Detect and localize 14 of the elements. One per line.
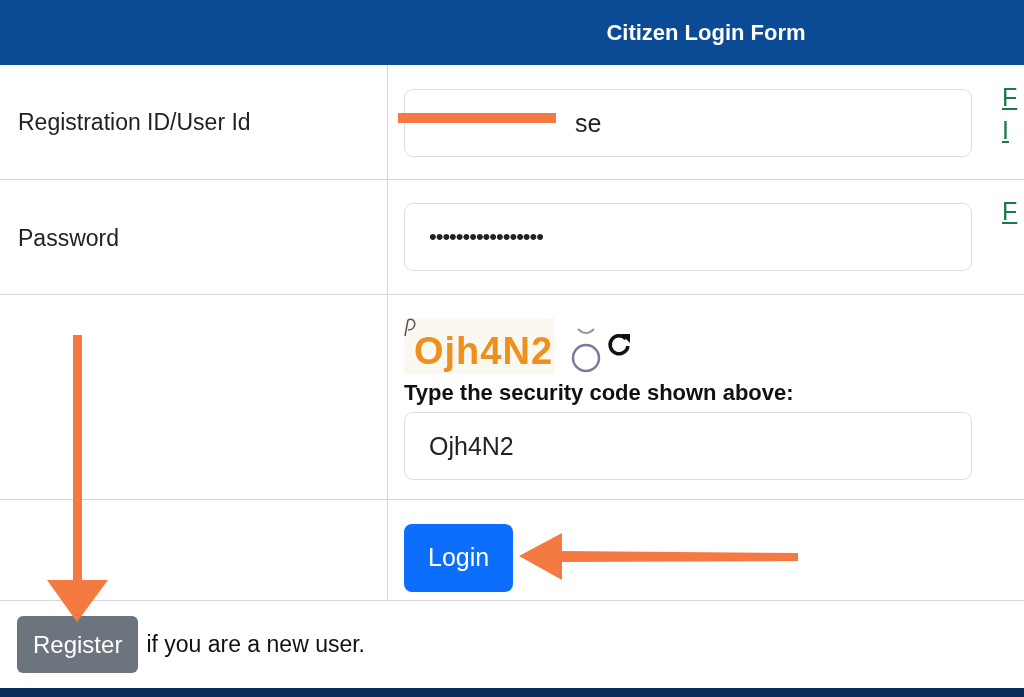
register-hint: if you are a new user.: [146, 631, 365, 658]
captcha-prompt: Type the security code shown above:: [404, 380, 795, 406]
register-button[interactable]: Register: [17, 616, 139, 673]
login-button[interactable]: Login: [404, 523, 514, 592]
password-field[interactable]: •••••••••••••••••: [404, 203, 972, 271]
captcha-input-field[interactable]: Ojh4N2: [404, 412, 972, 480]
link[interactable]: I: [1002, 116, 1018, 145]
input-field[interactable]: se: [404, 89, 972, 157]
field-label: Password: [18, 224, 119, 252]
captcha-image: Ojh4N2: [404, 318, 556, 374]
field-label: Registration ID/User Id: [18, 108, 251, 136]
link[interactable]: F: [1002, 83, 1018, 112]
form-title: Citizen Login Form: [606, 19, 806, 46]
link[interactable]: F: [1002, 197, 1018, 226]
